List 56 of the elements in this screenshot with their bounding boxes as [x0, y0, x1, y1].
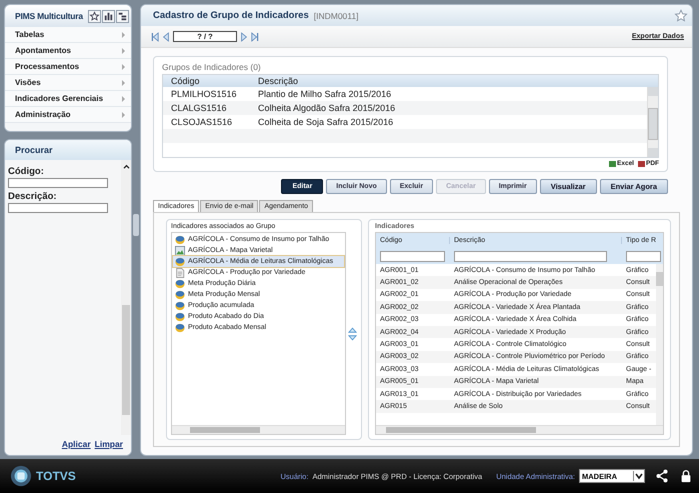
card-title: Grupos de Indicadores (0)	[162, 62, 262, 72]
lock-icon[interactable]	[679, 469, 693, 483]
move-up-icon[interactable]	[348, 326, 357, 332]
screen-code: [INDM0011]	[314, 10, 358, 20]
table-row[interactable]: CLALGS1516 Colheita Algodão Safra 2015/2016	[163, 101, 647, 115]
star-icon[interactable]	[674, 8, 688, 22]
first-icon[interactable]	[151, 32, 159, 42]
scrollbar[interactable]	[647, 87, 658, 157]
image-icon	[175, 246, 185, 256]
disc-icon	[175, 256, 185, 266]
brand-name: TOTVS	[36, 469, 76, 483]
bar-chart-icon[interactable]	[102, 10, 115, 22]
star-icon[interactable]	[88, 10, 101, 22]
disc-icon	[175, 312, 185, 322]
menu-item[interactable]: Tabelas	[5, 27, 131, 43]
previous-icon[interactable]	[162, 32, 170, 42]
disc-icon	[175, 300, 185, 310]
menu-item[interactable]: Visões	[5, 75, 131, 91]
scrollbar[interactable]	[121, 160, 131, 435]
last-icon[interactable]	[251, 32, 259, 42]
menu-item[interactable]: Apontamentos	[5, 43, 131, 59]
chevron-up-icon[interactable]	[122, 164, 130, 169]
caret-icon[interactable]	[633, 471, 644, 481]
menu-item[interactable]: Administração	[5, 107, 131, 123]
input-field[interactable]	[8, 203, 108, 213]
column-header[interactable]: Descrição	[258, 76, 658, 86]
disc-icon	[175, 290, 185, 300]
table-row[interactable]: PLMILHOS1516 Plantio de Milho Safra 2015/2016	[163, 87, 647, 101]
collapse-handle[interactable]	[133, 214, 139, 236]
filter-field[interactable]	[454, 251, 608, 262]
scrollbar[interactable]	[656, 264, 663, 425]
app-title: PIMS Multicultura	[15, 11, 84, 21]
scrollbar[interactable]	[172, 425, 345, 434]
menu-item[interactable]: Processamentos	[5, 59, 131, 75]
field-label: Descrição:	[8, 191, 58, 202]
document-icon	[175, 268, 185, 278]
share-icon[interactable]	[655, 469, 669, 483]
panel-title: Procurar	[15, 145, 53, 155]
link[interactable]: Limpar	[94, 439, 123, 449]
filter-field[interactable]	[380, 251, 445, 262]
move-down-icon[interactable]	[348, 334, 357, 340]
scrollbar[interactable]	[376, 425, 663, 434]
field-label: Código:	[8, 166, 45, 177]
disc-icon	[175, 322, 185, 332]
disc-icon	[175, 234, 185, 244]
filter-field[interactable]	[626, 251, 662, 262]
next-icon[interactable]	[240, 32, 248, 42]
menu-item[interactable]: Indicadores Gerenciais	[5, 91, 131, 107]
input-field[interactable]	[8, 178, 108, 188]
logo-icon	[10, 465, 32, 487]
tree-list-icon[interactable]	[116, 10, 129, 22]
link[interactable]: Aplicar	[62, 439, 91, 449]
table-row[interactable]: CLSOJAS1516 Colheita de Soja Safra 2015/2016	[163, 115, 647, 129]
column-header[interactable]: Código	[163, 76, 258, 86]
page-title: Cadastro de Grupo de Indicadores	[153, 10, 309, 21]
disc-icon	[175, 278, 185, 288]
